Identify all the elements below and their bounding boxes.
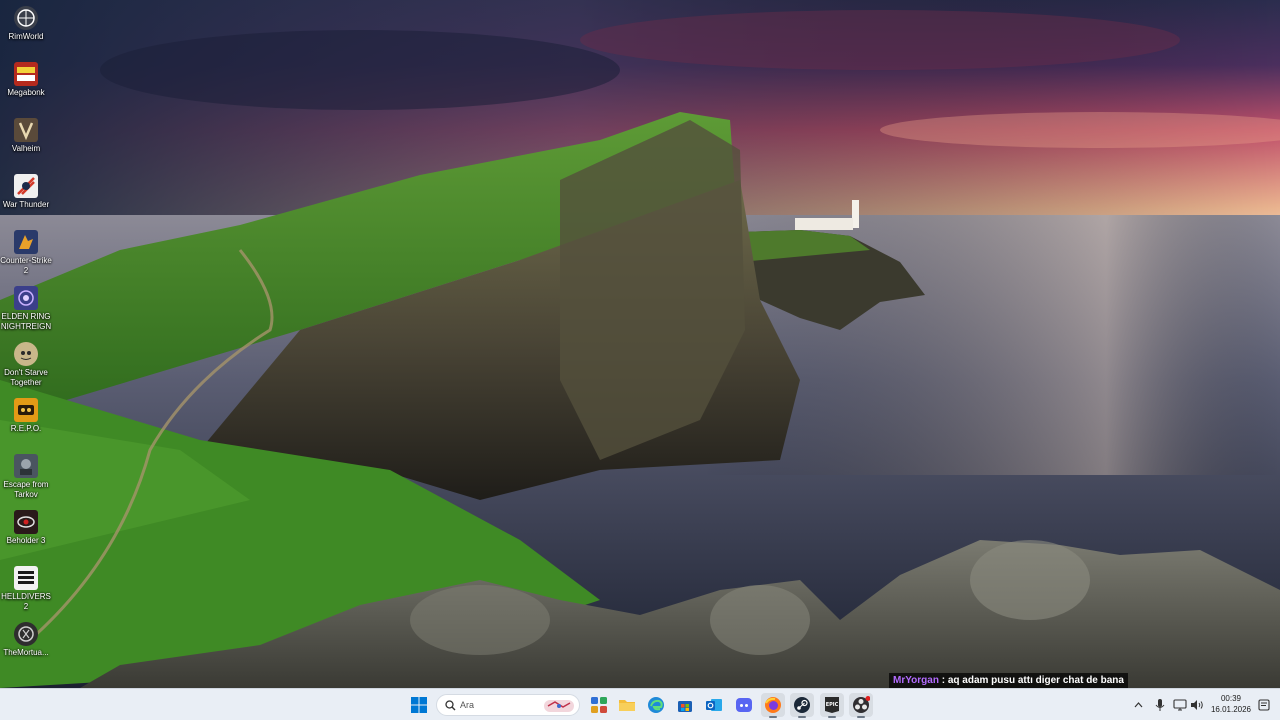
- desktop-icon-rimworld[interactable]: RimWorld: [0, 6, 52, 42]
- epic-games-button[interactable]: EPIC: [820, 693, 844, 718]
- chat-overlay: MrYorgan : aq adam pusu attı diger chat …: [889, 673, 1128, 688]
- desktop-icon-label: Escape from Tarkov: [3, 480, 49, 499]
- wallpaper: [0, 0, 1280, 688]
- chat-username: MrYorgan: [893, 675, 939, 686]
- search-highlight-icon: [544, 700, 574, 712]
- clock[interactable]: 00:39 16.01.2026: [1206, 693, 1256, 715]
- desktop-icon-label: ELDEN RING NIGHTREIGN: [0, 312, 52, 331]
- steam-icon: [794, 697, 810, 713]
- search-box[interactable]: Ara: [436, 694, 580, 716]
- desktop-icon-label: HELLDIVERS 2: [1, 592, 51, 611]
- counter-strike-icon: [14, 230, 38, 254]
- obs-icon: [853, 696, 870, 713]
- desktop-icon-label: Beholder 3: [6, 536, 46, 545]
- notification-button[interactable]: [1256, 689, 1272, 720]
- rimworld-icon: [14, 6, 38, 30]
- desktop-icon-label: Don't Starve Together: [4, 368, 48, 387]
- desktop-icon-counter-strike[interactable]: Counter-Strike 2: [0, 230, 52, 276]
- desktop-icon-label: RimWorld: [8, 32, 44, 41]
- desktop-icon-war-thunder[interactable]: War Thunder: [0, 174, 52, 210]
- store-button[interactable]: [673, 693, 697, 717]
- taskbar: Ara EPIC 00:39 16.01.2026: [0, 688, 1280, 720]
- desktop-icon-label: Counter-Strike 2: [0, 256, 52, 275]
- chat-separator: :: [938, 675, 948, 686]
- network-icon: [1173, 699, 1187, 711]
- desktop-icon-helldivers[interactable]: HELLDIVERS 2: [0, 566, 52, 612]
- start-button[interactable]: [407, 693, 431, 717]
- notification-icon: [1258, 699, 1270, 711]
- tray-overflow-button[interactable]: [1130, 689, 1146, 720]
- discord-button[interactable]: [732, 693, 756, 717]
- war-thunder-icon: [14, 174, 38, 198]
- store-icon: [678, 701, 692, 712]
- steam-button[interactable]: [790, 693, 814, 718]
- search-icon: [445, 699, 456, 710]
- helldivers-icon: [14, 566, 38, 590]
- volume-button[interactable]: [1189, 689, 1205, 720]
- chat-message: aq adam pusu attı diger chat de bana: [947, 675, 1124, 686]
- desktop-icon-repo[interactable]: R.E.P.O.: [0, 398, 52, 434]
- obs-button[interactable]: [849, 693, 873, 718]
- widgets-button[interactable]: [587, 693, 611, 717]
- file-explorer-button[interactable]: [615, 693, 639, 717]
- firefox-icon: [765, 697, 781, 713]
- elden-ring-icon: [14, 286, 38, 310]
- widgets-icon: [591, 697, 607, 713]
- clock-time: 00:39: [1220, 694, 1242, 703]
- desktop-icon-elden-ring[interactable]: ELDEN RING NIGHTREIGN: [0, 286, 52, 332]
- epic-games-icon: EPIC: [825, 697, 839, 713]
- outlook-icon: [706, 699, 722, 711]
- network-button[interactable]: [1172, 689, 1188, 720]
- clock-date: 16.01.2026: [1210, 705, 1252, 714]
- edge-button[interactable]: [644, 693, 668, 717]
- edge-icon: [648, 697, 664, 713]
- megabonk-icon: [14, 62, 38, 86]
- search-placeholder: Ara: [460, 700, 475, 710]
- desktop-icon-label: R.E.P.O.: [10, 424, 42, 433]
- microphone-icon: [1155, 699, 1165, 711]
- chevron-up-icon: [1134, 702, 1142, 708]
- firefox-button[interactable]: [761, 693, 785, 718]
- desktop-icon-label: War Thunder: [2, 200, 50, 209]
- desktop-icon-label: Valheim: [11, 144, 41, 153]
- windows-icon: [411, 697, 427, 713]
- beholder-icon: [14, 510, 38, 534]
- desktop-icon-tarkov[interactable]: Escape from Tarkov: [0, 454, 52, 500]
- desktop-icon-label: Megabonk: [7, 88, 45, 97]
- tarkov-icon: [14, 454, 38, 478]
- folder-icon: [619, 700, 635, 711]
- outlook-button[interactable]: [702, 693, 726, 717]
- desktop-icon-megabonk[interactable]: Megabonk: [0, 62, 52, 98]
- discord-icon: [736, 698, 752, 712]
- desktop-icon-valheim[interactable]: Valheim: [0, 118, 52, 154]
- desktop: RimWorld Megabonk Valheim War Thunder Co…: [0, 0, 1280, 688]
- desktop-icon-dont-starve[interactable]: Don't Starve Together: [0, 342, 52, 388]
- dont-starve-icon: [14, 342, 38, 366]
- desktop-icon-mortuary[interactable]: TheMortua...: [0, 622, 52, 658]
- volume-icon: [1191, 700, 1203, 710]
- desktop-icon-label: TheMortua...: [3, 648, 49, 657]
- microphone-button[interactable]: [1152, 689, 1168, 720]
- repo-icon: [14, 398, 38, 422]
- mortuary-icon: [14, 622, 38, 646]
- svg-text:EPIC: EPIC: [826, 702, 839, 708]
- valheim-icon: [14, 118, 38, 142]
- desktop-icon-beholder[interactable]: Beholder 3: [0, 510, 52, 546]
